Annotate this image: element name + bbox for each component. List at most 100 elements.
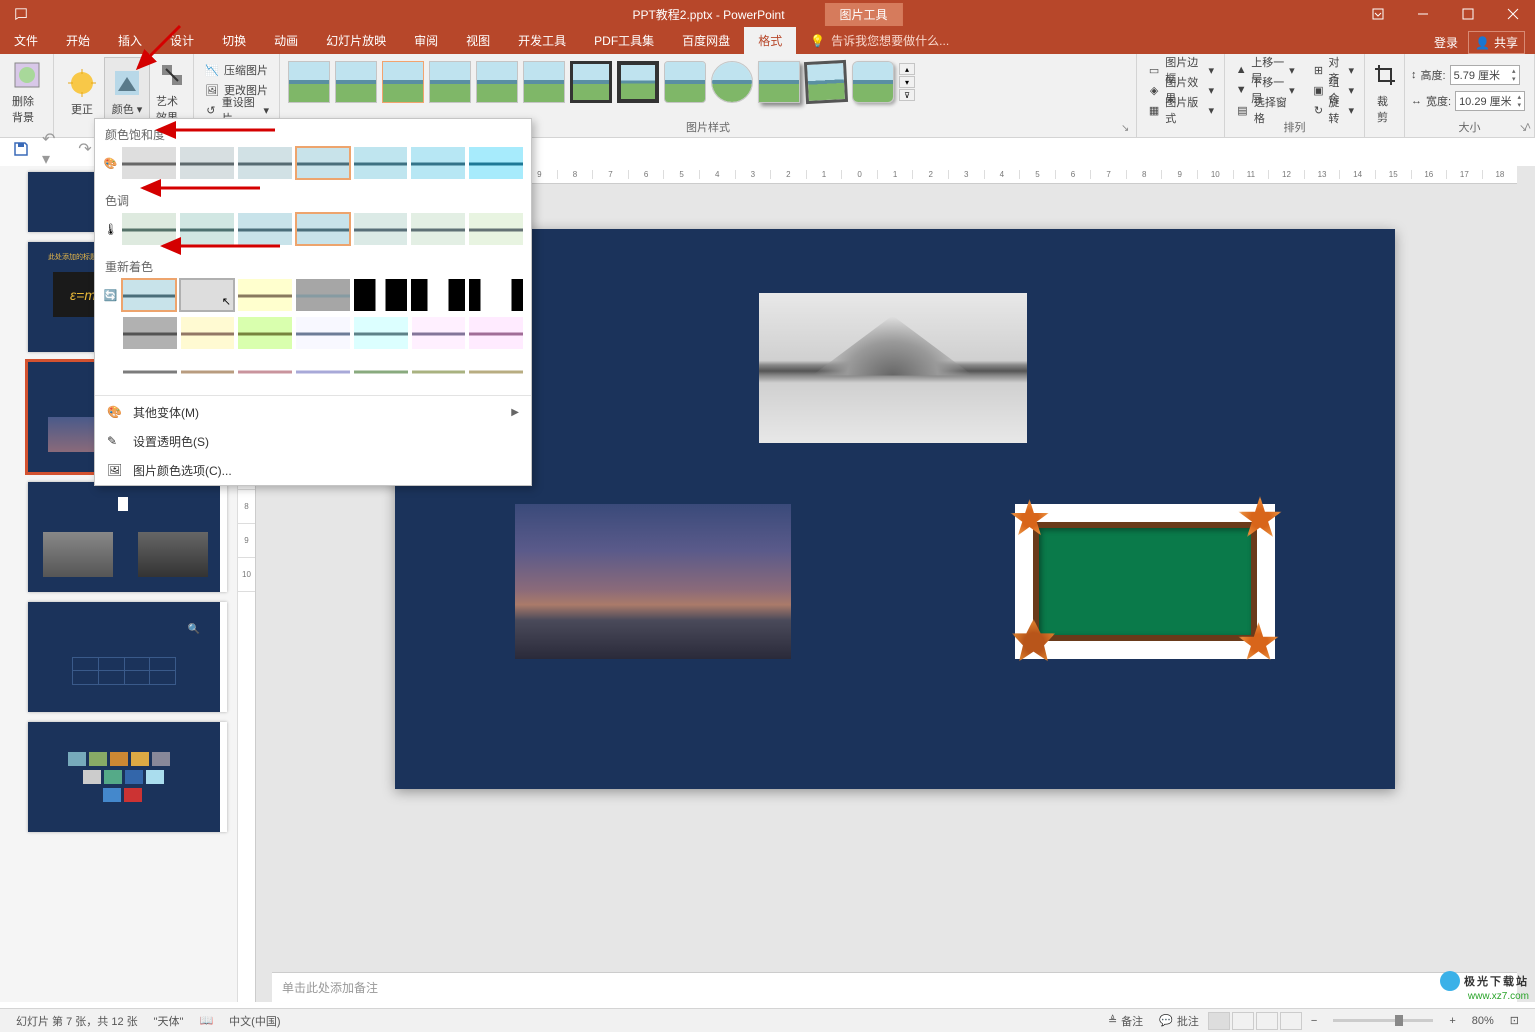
compress-picture-button[interactable]: 📉压缩图片: [200, 60, 273, 80]
slide-counter[interactable]: 幻灯片 第 7 张，共 12 张: [8, 1013, 146, 1029]
saturation-option[interactable]: [296, 147, 350, 179]
zoom-in-button[interactable]: +: [1441, 1015, 1463, 1027]
picture-color-options-item[interactable]: 🖼图片颜色选项(C)...: [95, 456, 531, 485]
set-transparent-item[interactable]: ✎设置透明色(S): [95, 427, 531, 456]
styles-dialog-launcher[interactable]: ↘: [1121, 123, 1133, 135]
minimize-button[interactable]: [1400, 0, 1445, 28]
redo-button[interactable]: ↷: [74, 138, 96, 160]
tab-home[interactable]: 开始: [52, 27, 104, 54]
tone-option[interactable]: [296, 213, 350, 245]
notes-toggle[interactable]: ≜ 备注: [1100, 1013, 1151, 1029]
normal-view-button[interactable]: [1208, 1012, 1230, 1030]
recolor-option[interactable]: [123, 355, 177, 387]
tab-baidu[interactable]: 百度网盘: [668, 27, 744, 54]
tab-format[interactable]: 格式: [744, 27, 796, 54]
language-indicator[interactable]: 中文(中国): [221, 1013, 288, 1029]
gallery-more-button[interactable]: ▴▾⊽: [899, 61, 915, 103]
recolor-option[interactable]: [296, 317, 350, 349]
crop-button[interactable]: 裁剪: [1371, 57, 1398, 127]
watermark: 极光下载站 www.xz7.com: [1440, 971, 1529, 1002]
slide-thumb-8[interactable]: [28, 482, 227, 592]
picture-layout-button[interactable]: ▦图片版式 ▾: [1143, 100, 1218, 120]
recolor-option[interactable]: [238, 317, 292, 349]
slide-thumb-9[interactable]: 🔍: [28, 602, 227, 712]
slideshow-view-button[interactable]: [1280, 1012, 1302, 1030]
more-variants-item[interactable]: 🎨其他变体(M)▶: [95, 398, 531, 427]
close-button[interactable]: [1490, 0, 1535, 28]
notes-pane[interactable]: 单击此处添加备注: [272, 972, 1517, 1002]
status-bar: 幻灯片 第 7 张，共 12 张 "天体" 📖 中文(中国) ≜ 备注 💬 批注…: [0, 1008, 1535, 1032]
color-dropdown-panel: 颜色饱和度 🎨 色调 🌡 重新着色 🔄 ↖: [94, 118, 532, 486]
save-button[interactable]: [10, 138, 32, 160]
watermark-logo-icon: [1440, 971, 1460, 991]
recolor-option[interactable]: [296, 355, 350, 387]
corrections-button[interactable]: 更正: [60, 57, 104, 127]
picture-styles-gallery[interactable]: ▴▾⊽: [286, 57, 1130, 107]
palette-icon: 🎨: [107, 405, 123, 421]
recolor-option[interactable]: [123, 317, 177, 349]
recolor-option[interactable]: [296, 279, 350, 311]
tab-pdf[interactable]: PDF工具集: [580, 27, 668, 54]
height-control[interactable]: ↕高度: 5.79 厘米▴▾: [1411, 62, 1528, 88]
zoom-level[interactable]: 80%: [1464, 1015, 1502, 1027]
slide-canvas[interactable]: [395, 229, 1395, 789]
undo-button[interactable]: ↶ ▾: [42, 138, 64, 160]
selection-pane-button[interactable]: ▤选择窗格: [1231, 100, 1299, 120]
saturation-option[interactable]: [469, 147, 523, 179]
recolor-option[interactable]: [469, 279, 523, 311]
recolor-option[interactable]: [411, 279, 465, 311]
saturation-option[interactable]: [411, 147, 465, 179]
share-button[interactable]: 👤共享: [1468, 31, 1525, 54]
recolor-option[interactable]: [238, 279, 292, 311]
saturation-option[interactable]: [180, 147, 234, 179]
recolor-option-grayscale[interactable]: ↖: [180, 279, 234, 311]
autosave-icon[interactable]: [6, 0, 36, 28]
width-icon: ↔: [1411, 95, 1422, 107]
remove-background-button[interactable]: 删除背景: [6, 57, 47, 127]
tab-view[interactable]: 视图: [452, 27, 504, 54]
recolor-option[interactable]: [238, 355, 292, 387]
tab-animations[interactable]: 动画: [260, 27, 312, 54]
spellcheck-icon[interactable]: 📖: [191, 1014, 221, 1027]
comments-toggle[interactable]: 💬 批注: [1151, 1013, 1207, 1029]
zoom-out-button[interactable]: −: [1303, 1015, 1325, 1027]
recolor-option[interactable]: [412, 317, 466, 349]
tone-option[interactable]: [411, 213, 465, 245]
ribbon-options-icon[interactable]: [1355, 0, 1400, 28]
tab-dev[interactable]: 开发工具: [504, 27, 580, 54]
tab-file[interactable]: 文件: [0, 27, 52, 54]
slide-image-board[interactable]: [1015, 504, 1275, 659]
tone-option[interactable]: [469, 213, 523, 245]
recolor-option[interactable]: [181, 317, 235, 349]
tone-option[interactable]: [354, 213, 408, 245]
recolor-option[interactable]: [469, 317, 523, 349]
maximize-button[interactable]: [1445, 0, 1490, 28]
recolor-option[interactable]: [354, 317, 408, 349]
reading-view-button[interactable]: [1256, 1012, 1278, 1030]
recolor-option[interactable]: [181, 355, 235, 387]
saturation-option[interactable]: [238, 147, 292, 179]
fit-to-window-button[interactable]: ⊡: [1502, 1014, 1527, 1027]
reset-picture-button[interactable]: ↺重设图片 ▾: [200, 100, 273, 120]
rotate-button[interactable]: ↻旋转 ▾: [1309, 100, 1358, 120]
sorter-view-button[interactable]: [1232, 1012, 1254, 1030]
slide-image-city[interactable]: [515, 504, 791, 659]
recolor-option[interactable]: [122, 279, 176, 311]
tab-transitions[interactable]: 切换: [208, 27, 260, 54]
recolor-option[interactable]: [354, 279, 408, 311]
tab-review[interactable]: 审阅: [400, 27, 452, 54]
zoom-slider[interactable]: [1333, 1019, 1433, 1022]
tab-slideshow[interactable]: 幻灯片放映: [312, 27, 400, 54]
signin-link[interactable]: 登录: [1434, 34, 1458, 51]
slide-image-mountain[interactable]: [759, 293, 1027, 443]
slide-thumb-10[interactable]: [28, 722, 227, 832]
width-control[interactable]: ↔宽度: 10.29 厘米▴▾: [1411, 88, 1528, 114]
recolor-option[interactable]: [354, 355, 408, 387]
recolor-option[interactable]: [412, 355, 466, 387]
collapse-ribbon-icon[interactable]: ˄: [1525, 121, 1531, 133]
saturation-option[interactable]: [122, 147, 176, 179]
title-bar: PPT教程2.pptx - PowerPoint 图片工具: [0, 0, 1535, 28]
recolor-option[interactable]: [469, 355, 523, 387]
tell-me-input[interactable]: 💡告诉我您想要做什么...: [796, 27, 963, 54]
saturation-option[interactable]: [354, 147, 408, 179]
